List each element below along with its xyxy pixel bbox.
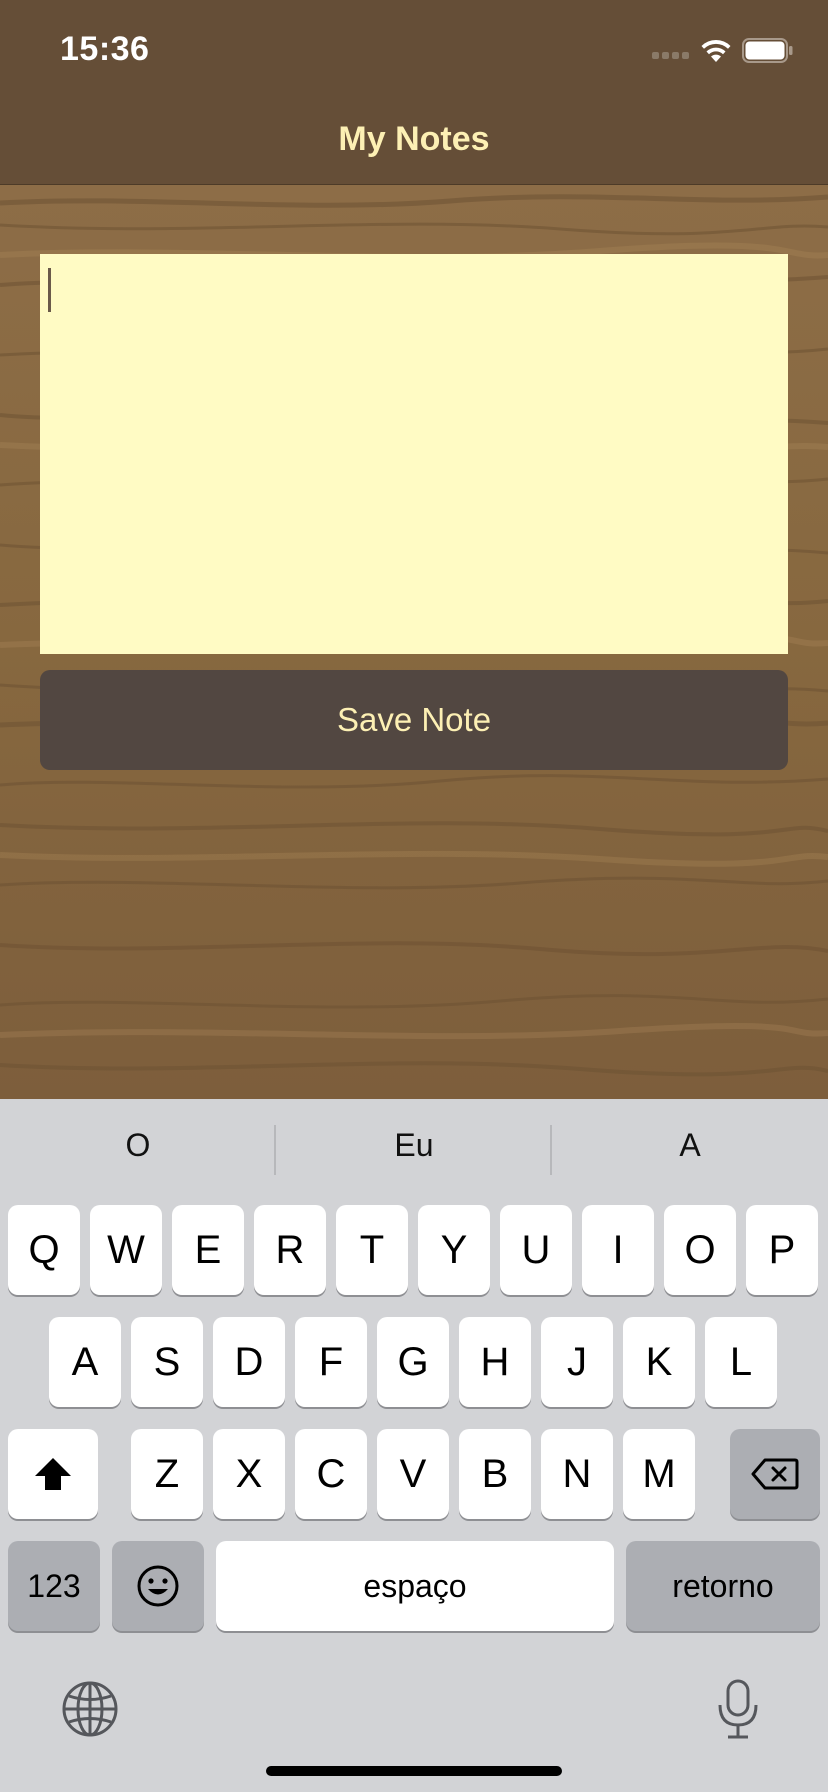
navigation-bar: My Notes xyxy=(0,100,828,185)
text-caret xyxy=(48,268,51,312)
keyboard: O Eu A Q W E R T Y U I O P A S D F G H J… xyxy=(0,1099,828,1792)
space-key[interactable]: espaço xyxy=(216,1541,614,1631)
key-r[interactable]: R xyxy=(254,1205,326,1295)
status-bar: 15:36 xyxy=(0,0,828,100)
key-h[interactable]: H xyxy=(459,1317,531,1407)
key-k[interactable]: K xyxy=(623,1317,695,1407)
key-m[interactable]: M xyxy=(623,1429,695,1519)
key-n[interactable]: N xyxy=(541,1429,613,1519)
key-o[interactable]: O xyxy=(664,1205,736,1295)
key-z[interactable]: Z xyxy=(131,1429,203,1519)
key-g[interactable]: G xyxy=(377,1317,449,1407)
microphone-icon xyxy=(718,1679,758,1739)
home-indicator[interactable] xyxy=(266,1766,562,1776)
key-f[interactable]: F xyxy=(295,1317,367,1407)
note-text-area[interactable] xyxy=(40,254,788,654)
key-q[interactable]: Q xyxy=(8,1205,80,1295)
backspace-icon xyxy=(751,1458,799,1490)
key-v[interactable]: V xyxy=(377,1429,449,1519)
cellular-signal-icon xyxy=(652,52,692,62)
globe-icon xyxy=(62,1681,118,1737)
suggestion-item[interactable]: Eu xyxy=(276,1127,552,1164)
key-d[interactable]: D xyxy=(213,1317,285,1407)
key-u[interactable]: U xyxy=(500,1205,572,1295)
key-t[interactable]: T xyxy=(336,1205,408,1295)
wifi-icon xyxy=(698,36,734,64)
key-c[interactable]: C xyxy=(295,1429,367,1519)
suggestion-bar: O Eu A xyxy=(0,1099,828,1199)
microphone-button[interactable] xyxy=(708,1677,768,1739)
status-time: 15:36 xyxy=(60,30,150,68)
key-l[interactable]: L xyxy=(705,1317,777,1407)
nav-title: My Notes xyxy=(338,120,490,158)
key-j[interactable]: J xyxy=(541,1317,613,1407)
numbers-key[interactable]: 123 xyxy=(8,1541,100,1631)
key-y[interactable]: Y xyxy=(418,1205,490,1295)
key-x[interactable]: X xyxy=(213,1429,285,1519)
key-a[interactable]: A xyxy=(49,1317,121,1407)
emoji-icon xyxy=(137,1565,179,1607)
key-s[interactable]: S xyxy=(131,1317,203,1407)
globe-button[interactable] xyxy=(60,1679,120,1739)
suggestion-item[interactable]: A xyxy=(552,1127,828,1164)
emoji-key[interactable] xyxy=(112,1541,204,1631)
suggestion-item[interactable]: O xyxy=(0,1127,276,1164)
key-e[interactable]: E xyxy=(172,1205,244,1295)
save-note-button[interactable]: Save Note xyxy=(40,670,788,770)
shift-icon xyxy=(35,1458,71,1490)
battery-icon xyxy=(742,38,794,63)
key-p[interactable]: P xyxy=(746,1205,818,1295)
shift-key[interactable] xyxy=(8,1429,98,1519)
key-w[interactable]: W xyxy=(90,1205,162,1295)
backspace-key[interactable] xyxy=(730,1429,820,1519)
return-key[interactable]: retorno xyxy=(626,1541,820,1631)
key-b[interactable]: B xyxy=(459,1429,531,1519)
notes-screen: 15:36 My Notes Save Note O Eu A Q W E R … xyxy=(0,0,828,1792)
key-i[interactable]: I xyxy=(582,1205,654,1295)
